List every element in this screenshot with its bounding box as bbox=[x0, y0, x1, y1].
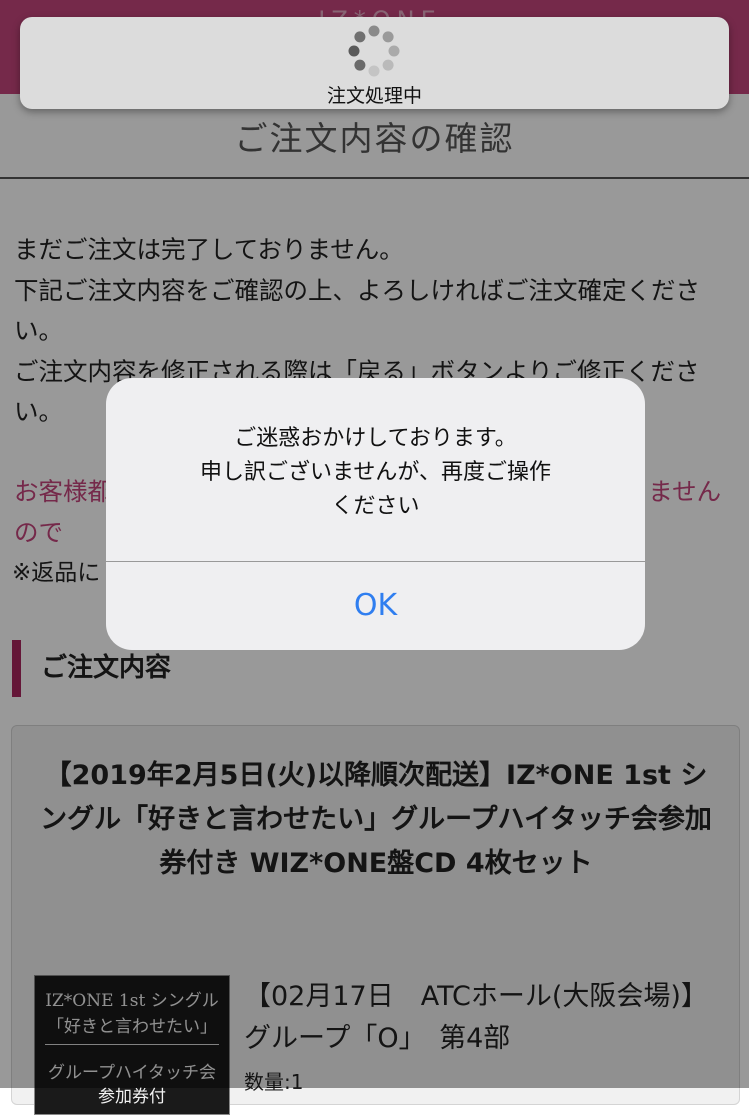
alert-message-line: ください bbox=[331, 494, 420, 519]
spinner-icon bbox=[348, 25, 400, 77]
processing-indicator: 注文処理中 bbox=[20, 17, 729, 109]
alert-message-line: 申し訳ございませんが、再度ご操作 bbox=[200, 460, 551, 485]
processing-label: 注文処理中 bbox=[326, 85, 422, 107]
error-alert-dialog: ご迷惑おかけしております。 申し訳ございませんが、再度ご操作 ください OK bbox=[106, 378, 645, 650]
alert-message-line: ご迷惑おかけしております。 bbox=[234, 426, 517, 451]
ok-button[interactable]: OK bbox=[106, 562, 645, 650]
alert-message: ご迷惑おかけしております。 申し訳ございませんが、再度ご操作 ください bbox=[130, 422, 621, 524]
